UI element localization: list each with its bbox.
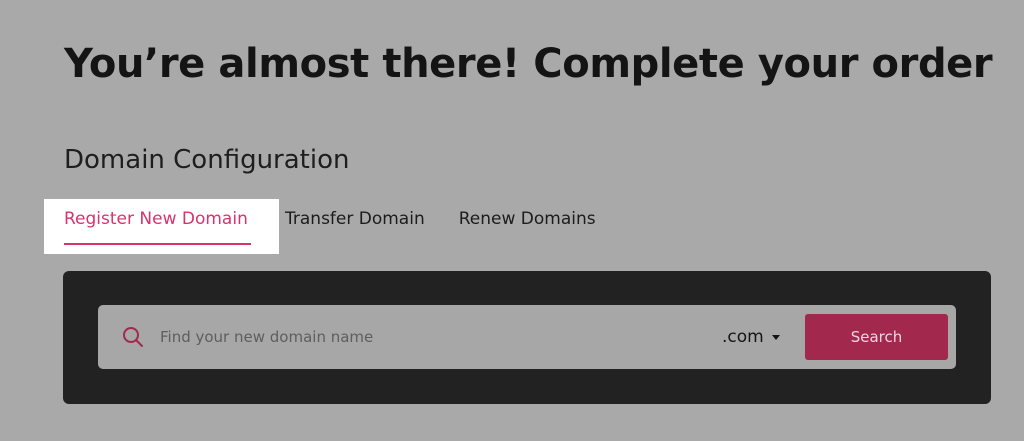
search-button[interactable]: Search — [805, 314, 948, 360]
domain-search-input[interactable] — [160, 321, 700, 353]
section-title: Domain Configuration — [64, 145, 350, 175]
tab-transfer-domain[interactable]: Transfer Domain — [279, 199, 425, 254]
tab-register-new-domain[interactable]: Register New Domain — [44, 199, 279, 254]
tab-label: Renew Domains — [458, 209, 596, 229]
chevron-down-icon — [771, 334, 780, 340]
tab-label: Transfer Domain — [285, 209, 425, 229]
domain-search-bar: .com Search — [98, 305, 956, 369]
page-headline: You’re almost there! Complete your order — [64, 41, 993, 87]
active-tab-underline — [64, 243, 251, 245]
tab-renew-domains[interactable]: Renew Domains — [453, 199, 596, 254]
checkout-page: You’re almost there! Complete your order… — [0, 0, 1024, 441]
domain-tabs: Register New Domain Transfer Domain Rene… — [44, 199, 624, 254]
tab-label: Register New Domain — [64, 209, 248, 229]
tld-dropdown[interactable]: .com — [722, 325, 780, 349]
domain-search-panel: .com Search — [63, 271, 991, 404]
tld-selected-value: .com — [722, 327, 764, 347]
search-icon — [122, 326, 144, 348]
